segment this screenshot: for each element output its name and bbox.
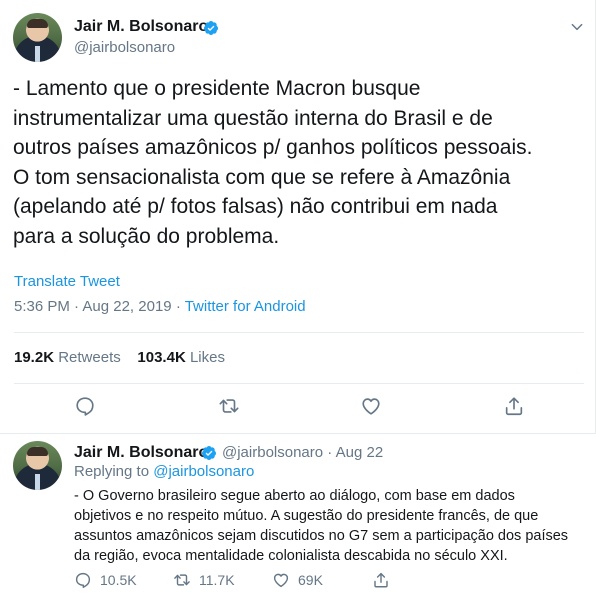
replying-to-prefix: Replying to (74, 463, 150, 480)
likes-count: 69K (298, 572, 323, 588)
share-icon (374, 572, 388, 588)
meta-separator: · (74, 298, 80, 315)
author-handle[interactable]: @jairbolsonaro (74, 39, 175, 56)
reply-text-line: objetivos e no respeito mútuo. A sugestã… (74, 508, 539, 524)
reply-header-meta: @jairbolsonaro · Aug 22 (222, 444, 383, 461)
tweet-text-line: O tom sensacionalista com que se refere … (13, 165, 511, 189)
author-name[interactable]: Jair M. Bolsonaro (74, 18, 208, 36)
divider (14, 383, 584, 384)
reply-text-line: da região, evoca mentalidade colonialist… (74, 548, 508, 564)
tweet-text-line: - Lamento que o presidente Macron busque (13, 77, 421, 100)
meta-separator: · (175, 298, 181, 315)
tweet-text-line: instrumentalizar uma questão interna do … (13, 106, 493, 130)
tweet-text-line: (apelando até p/ fotos falsas) não contr… (13, 195, 498, 218)
reply-date[interactable]: Aug 22 (336, 444, 384, 461)
verified-badge-icon (203, 21, 218, 35)
reply-avatar[interactable] (13, 441, 62, 490)
tweet-source-link[interactable]: Twitter for Android (185, 298, 306, 315)
reply-author-name[interactable]: Jair M. Bolsonaro (74, 444, 208, 462)
meta-separator: · (327, 444, 333, 461)
tweet-text-line: para a solução do problema. (13, 224, 280, 248)
replying-to-handle-link[interactable]: @jairbolsonaro (153, 463, 254, 480)
replying-to: Replying to @jairbolsonaro (74, 463, 254, 480)
reply-share-action[interactable] (372, 570, 390, 590)
retweets-label: Retweets (58, 349, 121, 366)
reply-like-action[interactable]: 69K (272, 570, 323, 590)
reply-icon (75, 572, 91, 588)
reply-icon[interactable] (74, 395, 96, 417)
share-icon[interactable] (503, 395, 525, 417)
translate-tweet-link[interactable]: Translate Tweet (14, 273, 120, 290)
reply-text-line: - O Governo brasileiro segue aberto ao d… (74, 488, 515, 504)
tweet-date[interactable]: Aug 22, 2019 (82, 298, 171, 315)
divider (14, 332, 584, 333)
retweets-count: 19.2K (14, 349, 55, 366)
likes-count: 103.4K (137, 349, 186, 366)
tweet-time[interactable]: 5:36 PM (14, 298, 70, 315)
reply-retweet-action[interactable]: 11.7K (173, 570, 235, 590)
chevron-down-icon[interactable] (570, 20, 584, 34)
reply-replies-action[interactable]: 10.5K (74, 570, 137, 590)
retweet-icon (174, 574, 190, 586)
like-icon (273, 573, 289, 588)
retweet-icon[interactable] (218, 395, 240, 417)
tweet-meta: 5:36 PM · Aug 22, 2019 · Twitter for And… (14, 298, 306, 315)
likes-label: Likes (189, 349, 225, 366)
retweets-count: 11.7K (199, 572, 235, 588)
reply-author-handle[interactable]: @jairbolsonaro (222, 444, 323, 461)
reply-text: - O Governo brasileiro segue aberto ao d… (74, 486, 594, 566)
main-tweet: Jair M. Bolsonaro @jairbolsonaro - Lamen… (0, 0, 596, 433)
tweet-text-line: outros países amazônicos p/ ganhos polít… (13, 136, 533, 159)
like-icon[interactable] (360, 395, 382, 417)
verified-badge-icon (201, 446, 216, 460)
engagement-stats: 19.2K Retweets 103.4K Likes (14, 349, 225, 366)
tweet-text: - Lamento que o presidente Macron busque… (13, 74, 583, 251)
retweets-stat[interactable]: 19.2K Retweets (14, 349, 121, 366)
avatar[interactable] (13, 13, 62, 62)
likes-stat[interactable]: 103.4K Likes (137, 349, 225, 366)
reply-text-line: assuntos amazônicos sejam discutidos no … (74, 528, 569, 544)
replies-count: 10.5K (100, 572, 137, 588)
